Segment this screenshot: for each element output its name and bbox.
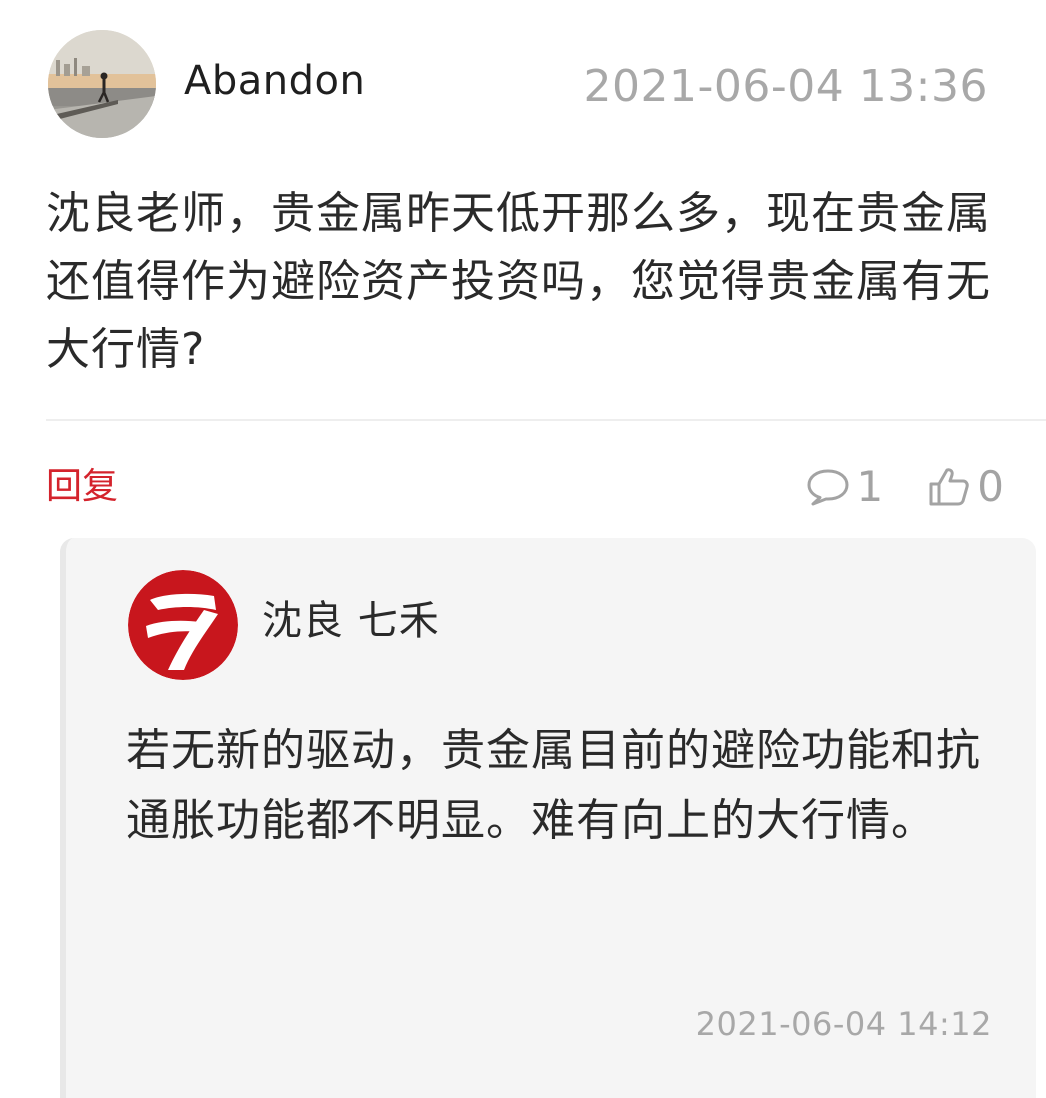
user-avatar[interactable] xyxy=(48,30,156,138)
comment-text: 沈良老师，贵金属昨天低开那么多，现在贵金属还值得作为避险资产投资吗，您觉得贵金属… xyxy=(46,188,991,375)
divider xyxy=(46,419,1046,421)
username[interactable]: Abandon xyxy=(184,56,365,106)
reply-card: 沈良 七禾 若无新的驱动，贵金属目前的避险功能和抗通胀功能都不明显。难有向上的大… xyxy=(60,538,1036,1098)
comment-actions: 1 0 xyxy=(805,460,1004,514)
comment-timestamp: 2021-06-04 13:36 xyxy=(583,61,988,112)
like-button[interactable]: 0 xyxy=(927,460,1004,514)
reply-timestamp: 2021-06-04 14:12 xyxy=(695,1005,992,1043)
like-count: 0 xyxy=(977,462,1004,511)
reply-button[interactable]: 回复 xyxy=(46,463,118,511)
reply-author[interactable]: 沈良 七禾 xyxy=(262,596,440,646)
thumbs-up-icon xyxy=(927,465,971,509)
avatar-photo-icon xyxy=(48,30,156,138)
reply-avatar[interactable] xyxy=(128,570,238,680)
reply-text: 若无新的驱动，贵金属目前的避险功能和抗通胀功能都不明显。难有向上的大行情。 xyxy=(126,725,981,846)
comment-count-button[interactable]: 1 xyxy=(805,460,884,514)
speech-bubble-icon xyxy=(805,467,851,507)
comment-count: 1 xyxy=(856,462,884,511)
red-seven-logo-icon xyxy=(128,570,238,680)
comment-header: Abandon 2021-06-04 13:36 xyxy=(0,0,1046,150)
